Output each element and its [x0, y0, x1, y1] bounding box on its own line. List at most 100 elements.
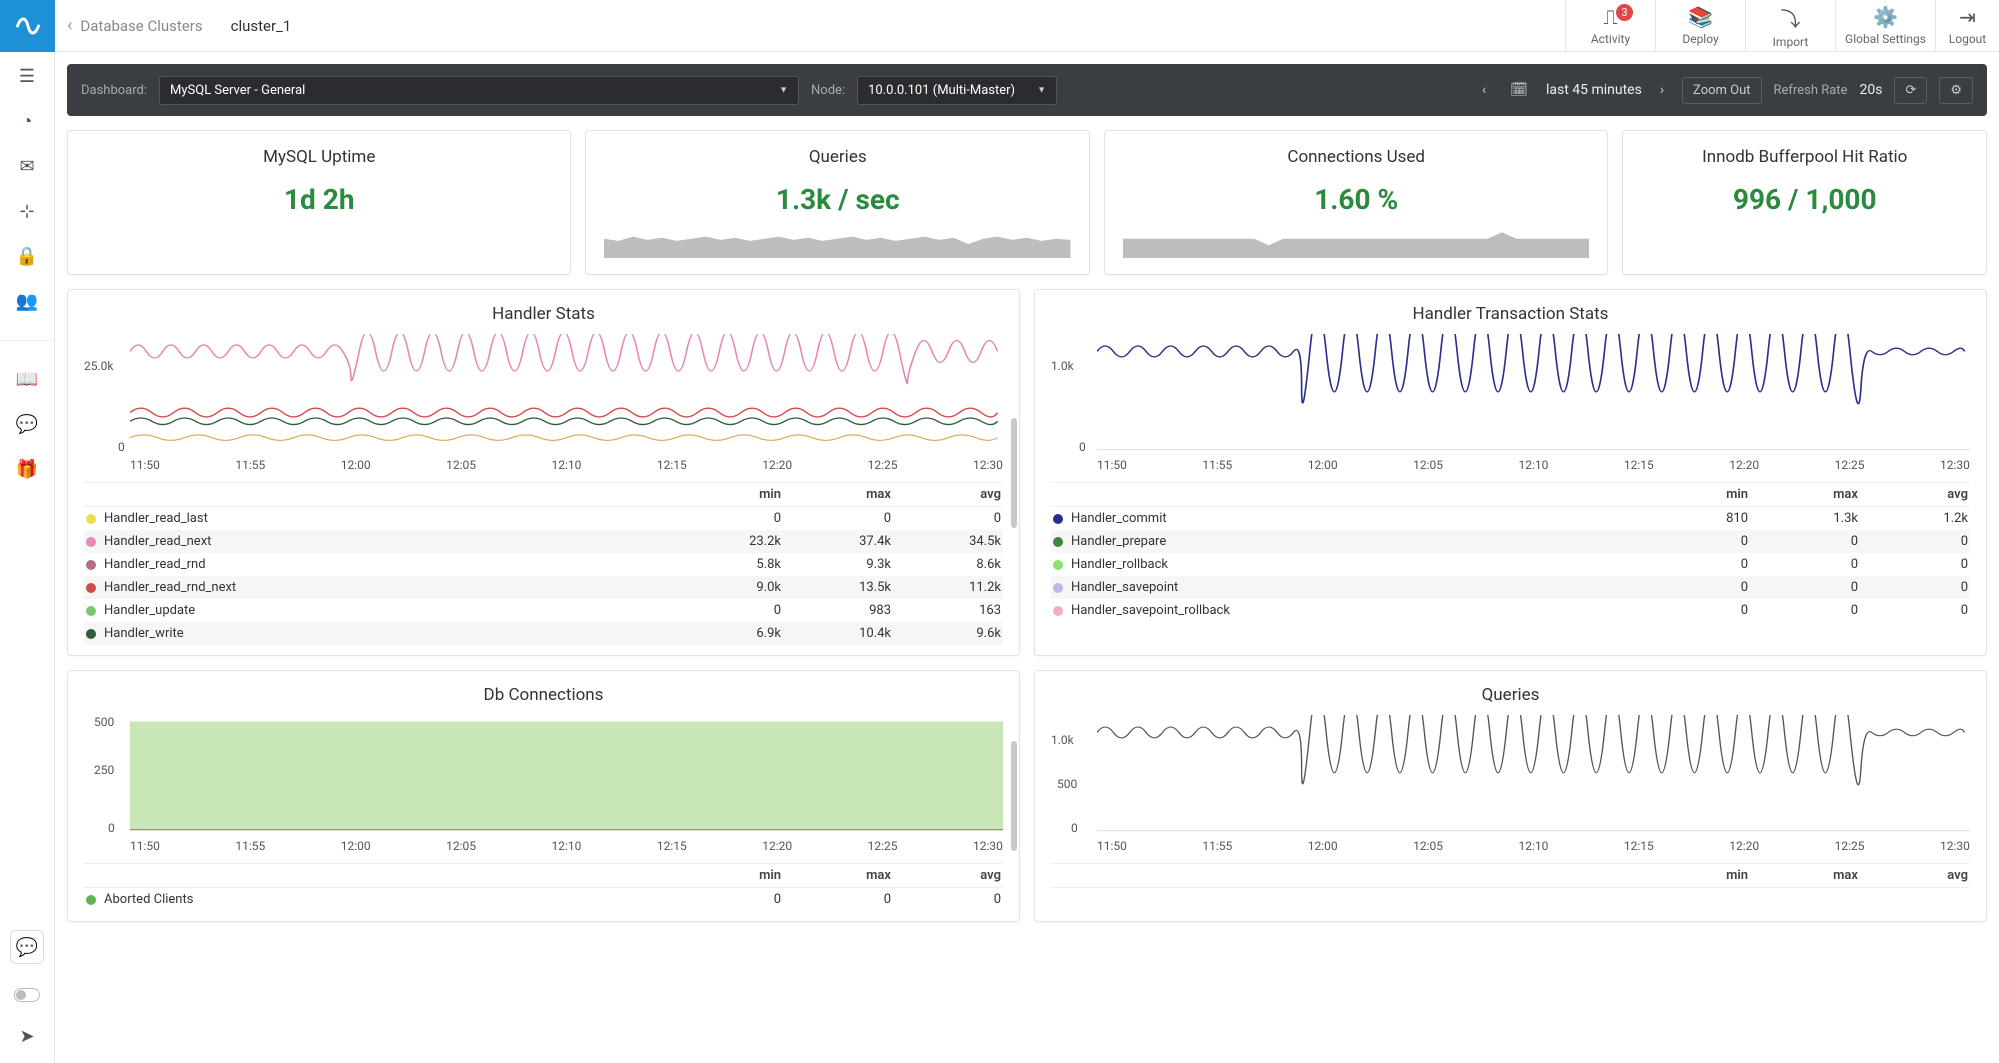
y-tick: 1.0k: [1051, 733, 1074, 747]
nav-plugins-icon[interactable]: ⊹: [19, 201, 34, 222]
time-picker-icon[interactable]: 🗓: [1504, 77, 1534, 103]
legend-row[interactable]: Handler_update0983163: [84, 599, 1003, 622]
panel-resize-handle[interactable]: [1011, 741, 1017, 851]
x-tick: 12:25: [1835, 839, 1865, 853]
panel-handler-stats: Handler Stats 25.0k 0 11:5011:5512:0012:…: [67, 289, 1020, 656]
nav-book-icon[interactable]: 📖: [16, 369, 38, 390]
breadcrumb: ‹ Database Clusters cluster_1: [55, 0, 303, 51]
stat-title: Innodb Bufferpool Hit Ratio: [1641, 147, 1968, 167]
x-tick: 12:15: [1624, 839, 1654, 853]
legend-row[interactable]: Handler_read_last000: [84, 507, 1003, 530]
x-tick: 11:50: [1097, 458, 1127, 472]
node-select-value: 10.0.0.101 (Multi-Master): [868, 83, 1015, 98]
node-select-label: Node:: [811, 83, 845, 98]
x-tick: 12:25: [868, 839, 898, 853]
x-tick: 11:55: [1202, 839, 1232, 853]
logout-button[interactable]: ⇥ Logout: [1935, 0, 1999, 51]
stat-value: 1d 2h: [86, 183, 552, 216]
x-tick: 12:15: [657, 839, 687, 853]
nav-mail-icon[interactable]: ✉: [19, 156, 34, 177]
global-settings-label: Global Settings: [1845, 32, 1926, 46]
nav-comment-icon[interactable]: 💬: [16, 414, 38, 435]
import-label: Import: [1773, 35, 1809, 49]
legend-row[interactable]: Handler_write6.9k10.4k9.6k: [84, 622, 1003, 645]
connections-sparkline: [1123, 226, 1589, 258]
y-tick: 500: [94, 715, 114, 729]
support-chat-button[interactable]: 💬: [10, 930, 44, 964]
time-prev-button[interactable]: ‹: [1476, 77, 1492, 103]
legend-header: minmaxavg: [84, 483, 1003, 507]
x-tick: 12:20: [762, 839, 792, 853]
dark-mode-toggle[interactable]: [14, 988, 40, 1002]
stat-card-connections: Connections Used 1.60 %: [1104, 130, 1608, 275]
legend-row[interactable]: Handler_savepoint000: [1051, 576, 1970, 599]
panel-queries: Queries 1.0k 500 0 11:5011:5512:0012:051…: [1034, 670, 1987, 922]
breadcrumb-back-chevron[interactable]: ‹: [67, 15, 72, 36]
x-tick: 12:30: [1940, 458, 1970, 472]
nav-databases-icon[interactable]: ☰: [19, 66, 35, 87]
breadcrumb-parent[interactable]: Database Clusters: [80, 17, 202, 35]
legend-row[interactable]: Handler_read_rnd_next9.0k13.5k11.2k: [84, 576, 1003, 599]
x-tick: 12:30: [973, 839, 1003, 853]
app-logo[interactable]: [0, 0, 55, 52]
node-select[interactable]: 10.0.0.101 (Multi-Master): [857, 76, 1057, 105]
panel-title: Handler Stats: [84, 304, 1003, 324]
x-tick: 12:30: [1940, 839, 1970, 853]
nav-lock-icon[interactable]: 🔒: [16, 246, 38, 267]
deploy-button[interactable]: 📚 Deploy: [1655, 0, 1745, 51]
global-settings-button[interactable]: ⚙️ Global Settings: [1835, 0, 1935, 51]
panel-title: Handler Transaction Stats: [1051, 304, 1970, 324]
dashboard-select[interactable]: MySQL Server - General: [159, 76, 799, 105]
legend-row[interactable]: Handler_savepoint_rollback000: [1051, 599, 1970, 622]
panel-title: Queries: [1051, 685, 1970, 705]
zoom-out-button[interactable]: Zoom Out: [1682, 77, 1761, 104]
x-tick: 12:10: [1519, 458, 1549, 472]
stat-card-uptime: MySQL Uptime 1d 2h: [67, 130, 571, 275]
legend-row[interactable]: Handler_rollback000: [1051, 553, 1970, 576]
y-tick: 1.0k: [1051, 359, 1074, 373]
deploy-icon: 📚: [1688, 5, 1713, 29]
nav-users-icon[interactable]: 👥: [16, 291, 38, 312]
x-tick: 12:30: [973, 458, 1003, 472]
refresh-rate-value: 20s: [1859, 82, 1882, 98]
y-tick: 0: [108, 821, 115, 835]
x-tick: 12:00: [1308, 458, 1338, 472]
x-tick: 12:05: [1413, 458, 1443, 472]
refresh-button[interactable]: ⟳: [1894, 77, 1927, 104]
y-tick: 0: [1079, 440, 1086, 454]
legend-row[interactable]: Handler_read_rnd5.8k9.3k8.6k: [84, 553, 1003, 576]
dashboard-settings-button[interactable]: ⚙: [1939, 77, 1973, 104]
y-tick: 0: [118, 440, 125, 454]
stat-title: Connections Used: [1123, 147, 1589, 167]
stat-title: Queries: [604, 147, 1070, 167]
y-tick: 250: [94, 763, 114, 777]
stat-value: 1.3k / sec: [604, 183, 1070, 216]
activity-button[interactable]: ⎍ 3 Activity: [1565, 0, 1655, 51]
x-tick: 12:00: [341, 839, 371, 853]
nav-charts-icon[interactable]: ◔: [22, 111, 33, 132]
dashboard-select-label: Dashboard:: [81, 83, 147, 98]
collapse-rail-icon[interactable]: ➤: [19, 1026, 34, 1047]
nav-gift-icon[interactable]: 🎁: [16, 459, 38, 480]
panel-resize-handle[interactable]: [1011, 418, 1017, 528]
dashboard-select-value: MySQL Server - General: [170, 83, 305, 98]
activity-label: Activity: [1591, 32, 1630, 46]
x-tick: 12:05: [1413, 839, 1443, 853]
time-next-button[interactable]: ›: [1654, 77, 1670, 103]
stat-value: 996 / 1,000: [1641, 183, 1968, 216]
logout-label: Logout: [1949, 32, 1986, 46]
legend-row[interactable]: Handler_commit8101.3k1.2k: [1051, 507, 1970, 530]
x-tick: 11:50: [130, 839, 160, 853]
stat-value: 1.60 %: [1123, 183, 1589, 216]
activity-icon: ⎍: [1604, 5, 1618, 29]
import-button[interactable]: ⤵ Import: [1745, 0, 1835, 51]
time-range-label[interactable]: last 45 minutes: [1546, 82, 1642, 98]
x-tick: 12:00: [341, 458, 371, 472]
x-tick: 11:50: [1097, 839, 1127, 853]
legend-header: minmaxavg: [1051, 483, 1970, 507]
y-tick: 500: [1057, 777, 1077, 791]
x-tick: 11:55: [235, 458, 265, 472]
legend-row[interactable]: Aborted Clients000: [84, 888, 1003, 911]
legend-row[interactable]: Handler_prepare000: [1051, 530, 1970, 553]
legend-row[interactable]: Handler_read_next23.2k37.4k34.5k: [84, 530, 1003, 553]
